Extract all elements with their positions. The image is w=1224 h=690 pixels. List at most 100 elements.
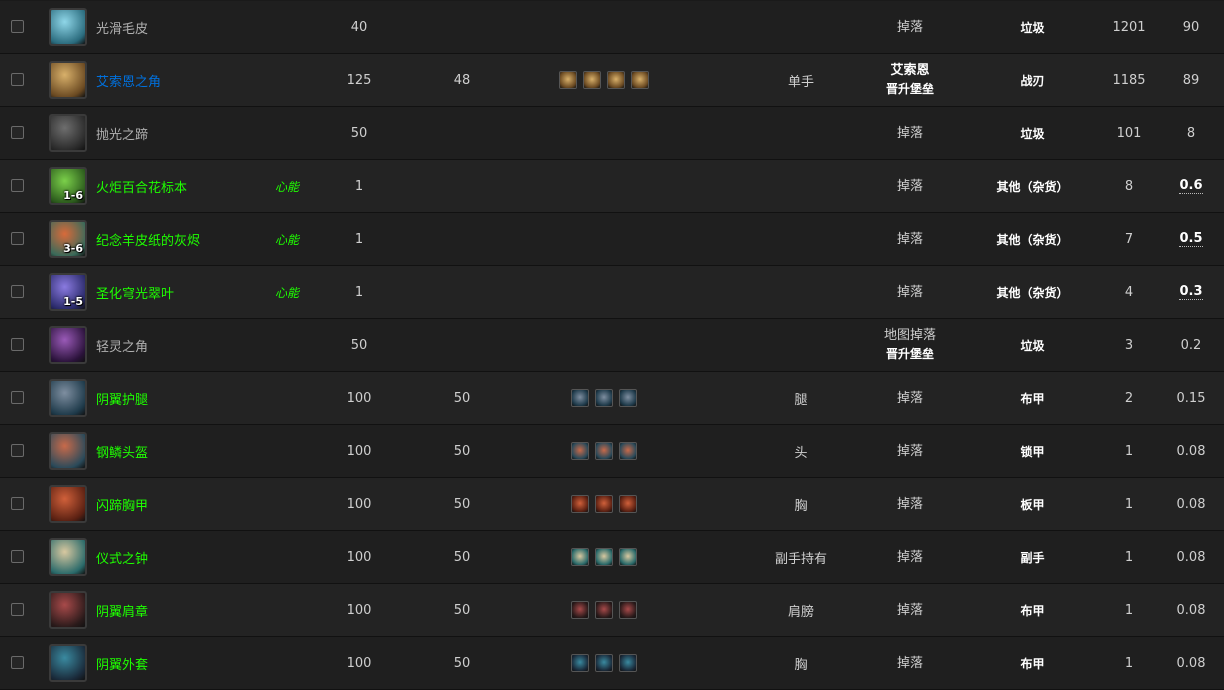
breastplate-icon[interactable]	[49, 485, 87, 523]
anima-tag: 心能	[275, 232, 300, 247]
leaf-icon[interactable]: 1-5	[49, 273, 87, 311]
appearance-icon[interactable]	[631, 71, 649, 89]
row-checkbox[interactable]	[11, 232, 24, 245]
row-checkbox[interactable]	[11, 179, 24, 192]
percent-text[interactable]: 0.3	[1179, 284, 1203, 300]
item-type: 布甲	[1020, 656, 1045, 671]
percent-text[interactable]: 0.6	[1179, 178, 1203, 194]
table-row[interactable]: 仪式之钟 100 50 副手持有 掉落 副手 1 0.08	[0, 531, 1224, 584]
appearance-icon[interactable]	[559, 71, 577, 89]
item-source: 掉落	[860, 584, 960, 636]
item-name-link[interactable]: 艾索恩之角	[96, 54, 161, 106]
percent-text[interactable]: 0.5	[1179, 231, 1203, 247]
row-checkbox[interactable]	[11, 338, 24, 351]
appearance-icon[interactable]	[571, 442, 589, 460]
count-value: 1	[1124, 602, 1134, 618]
row-checkbox[interactable]	[11, 550, 24, 563]
source-zone-link[interactable]: 晋升堡垒	[886, 345, 934, 364]
source-label: 掉落	[896, 549, 923, 565]
item-name-link[interactable]: 纪念羊皮纸的灰烬	[96, 213, 200, 265]
item-slot: 头	[794, 445, 808, 461]
appearance-icon[interactable]	[619, 654, 637, 672]
appearance-icon[interactable]	[619, 601, 637, 619]
appearance-icons	[540, 637, 668, 689]
table-row[interactable]: 3-6 纪念羊皮纸的灰烬 心能 1 掉落 其他（杂货） 7 0.5	[0, 213, 1224, 266]
fur-icon[interactable]	[49, 8, 87, 46]
appearance-icon[interactable]	[619, 548, 637, 566]
table-row[interactable]: 阴翼护腿 100 50 腿 掉落 布甲 2 0.15	[0, 372, 1224, 425]
percent-text: 0.08	[1176, 602, 1206, 618]
source-label[interactable]: 艾索恩	[890, 61, 929, 80]
appearance-icon[interactable]	[619, 442, 637, 460]
source-label[interactable]: 地图掉落	[884, 326, 936, 345]
appearance-icon[interactable]	[595, 442, 613, 460]
item-source: 艾索恩 晋升堡垒	[860, 54, 960, 106]
bell-icon[interactable]	[49, 538, 87, 576]
table-row[interactable]: 阴翼外套 100 50 胸 掉落 布甲 1 0.08	[0, 637, 1224, 690]
shoulders-icon[interactable]	[49, 591, 87, 629]
appearance-icon[interactable]	[571, 389, 589, 407]
appearance-icon[interactable]	[583, 71, 601, 89]
item-name-link[interactable]: 闪蹄胸甲	[96, 478, 148, 530]
horn-icon[interactable]	[49, 326, 87, 364]
appearance-icon[interactable]	[571, 495, 589, 513]
item-name-link[interactable]: 钢鳞头盔	[96, 425, 148, 477]
row-checkbox[interactable]	[11, 391, 24, 404]
table-row[interactable]: 艾索恩之角 125 48 单手 艾索恩 晋升堡垒 战刃 1185 89	[0, 54, 1224, 107]
table-row[interactable]: 光滑毛皮 40 掉落 垃圾 1201 90	[0, 1, 1224, 54]
helm-icon[interactable]	[49, 432, 87, 470]
item-name-link[interactable]: 轻灵之角	[96, 319, 148, 371]
lily-icon[interactable]: 1-6	[49, 167, 87, 205]
count-value: 1	[1124, 496, 1134, 512]
source-label: 掉落	[896, 496, 923, 512]
appearance-icon[interactable]	[571, 548, 589, 566]
appearance-icon[interactable]	[571, 601, 589, 619]
glaive-icon[interactable]	[49, 61, 87, 99]
item-name-link[interactable]: 抛光之蹄	[96, 107, 148, 159]
hoof-icon[interactable]	[49, 114, 87, 152]
row-checkbox[interactable]	[11, 73, 24, 86]
item-level: 100	[346, 496, 372, 512]
table-row[interactable]: 阴翼肩章 100 50 肩膀 掉落 布甲 1 0.08	[0, 584, 1224, 637]
row-checkbox[interactable]	[11, 497, 24, 510]
table-row[interactable]: 1-5 圣化穹光翠叶 心能 1 掉落 其他（杂货） 4 0.3	[0, 266, 1224, 319]
item-name-link[interactable]: 火炬百合花标本	[96, 160, 187, 212]
table-row[interactable]: 轻灵之角 50 地图掉落 晋升堡垒 垃圾 3 0.2	[0, 319, 1224, 372]
row-checkbox[interactable]	[11, 603, 24, 616]
row-checkbox[interactable]	[11, 656, 24, 669]
appearance-icon[interactable]	[619, 389, 637, 407]
item-slot: 腿	[794, 392, 808, 408]
appearance-icon[interactable]	[595, 601, 613, 619]
item-name-link[interactable]: 光滑毛皮	[96, 1, 148, 53]
table-row[interactable]: 钢鳞头盔 100 50 头 掉落 锁甲 1 0.08	[0, 425, 1224, 478]
appearance-icon[interactable]	[595, 548, 613, 566]
appearance-icon[interactable]	[571, 654, 589, 672]
count-value: 1	[1124, 549, 1134, 565]
required-level: 50	[453, 655, 471, 671]
appearance-icon[interactable]	[619, 495, 637, 513]
appearance-icon[interactable]	[607, 71, 625, 89]
item-name-link[interactable]: 圣化穹光翠叶	[96, 266, 174, 318]
table-row[interactable]: 闪蹄胸甲 100 50 胸 掉落 板甲 1 0.08	[0, 478, 1224, 531]
percent-value: 0.6	[1165, 160, 1217, 212]
item-type: 锁甲	[1020, 444, 1045, 459]
item-name-link[interactable]: 阴翼外套	[96, 637, 148, 689]
source-zone-link[interactable]: 晋升堡垒	[886, 80, 934, 99]
leggings-icon[interactable]	[49, 379, 87, 417]
ashes-icon[interactable]: 3-6	[49, 220, 87, 258]
appearance-icon[interactable]	[595, 389, 613, 407]
item-name-link[interactable]: 仪式之钟	[96, 531, 148, 583]
table-row[interactable]: 1-6 火炬百合花标本 心能 1 掉落 其他（杂货） 8 0.6	[0, 160, 1224, 213]
robe-icon[interactable]	[49, 644, 87, 682]
row-checkbox[interactable]	[11, 20, 24, 33]
item-name-link[interactable]: 阴翼护腿	[96, 372, 148, 424]
row-checkbox[interactable]	[11, 285, 24, 298]
appearance-icon[interactable]	[595, 495, 613, 513]
table-row[interactable]: 抛光之蹄 50 掉落 垃圾 101 8	[0, 107, 1224, 160]
item-type: 其他（杂货）	[996, 285, 1069, 300]
stack-quantity: 1-6	[63, 189, 83, 202]
item-name-link[interactable]: 阴翼肩章	[96, 584, 148, 636]
appearance-icon[interactable]	[595, 654, 613, 672]
row-checkbox[interactable]	[11, 444, 24, 457]
row-checkbox[interactable]	[11, 126, 24, 139]
